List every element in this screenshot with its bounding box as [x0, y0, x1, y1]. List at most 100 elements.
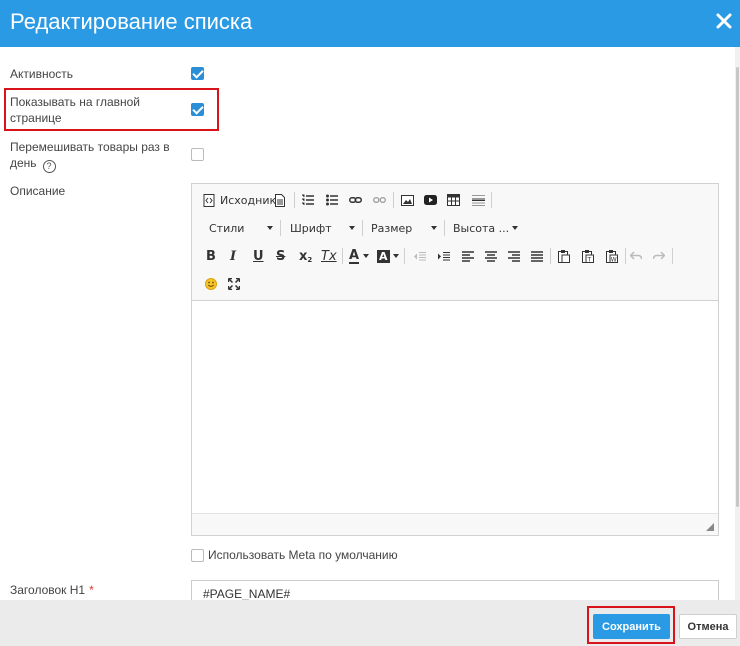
chevron-down-icon: [431, 226, 437, 230]
shuffle-label-line2: день: [10, 156, 37, 170]
redo-button[interactable]: [653, 246, 665, 266]
toolbar-separator: [550, 248, 551, 264]
toolbar-separator: [625, 248, 626, 264]
bullet-list-icon: [326, 194, 338, 206]
resize-handle-icon[interactable]: [706, 523, 714, 531]
align-left-button[interactable]: [462, 246, 474, 266]
link-button[interactable]: [349, 190, 362, 210]
scrollbar-thumb[interactable]: [736, 67, 739, 507]
close-icon: [716, 13, 732, 34]
smiley-button[interactable]: [205, 274, 217, 294]
image-icon: [401, 194, 414, 206]
text-color-icon: A: [349, 247, 360, 264]
align-justify-icon: [531, 250, 543, 262]
paste-word-icon: W: [606, 249, 618, 263]
show-on-main-label-line1: Показывать на главной: [10, 95, 141, 109]
paste-text-button[interactable]: T: [582, 246, 594, 266]
toolbar-separator: [280, 220, 281, 236]
size-dropdown[interactable]: Размер: [371, 218, 437, 238]
table-button[interactable]: [447, 190, 460, 210]
text-color-button[interactable]: A: [349, 246, 370, 266]
shuffle-label: Перемешивать товары раз в день?: [10, 139, 170, 173]
shuffle-checkbox[interactable]: [191, 148, 204, 161]
show-on-main-checkbox[interactable]: [191, 103, 204, 116]
close-button[interactable]: [708, 6, 740, 40]
redo-icon: [653, 251, 665, 261]
font-dropdown[interactable]: Шрифт: [290, 218, 355, 238]
strikethrough-icon: S: [276, 248, 286, 264]
chevron-down-icon: [363, 254, 370, 258]
youtube-button[interactable]: [424, 190, 437, 210]
strikethrough-button[interactable]: S: [276, 246, 285, 266]
bullet-list-button[interactable]: [326, 190, 338, 210]
table-icon: [447, 194, 460, 206]
source-button[interactable]: Исходник: [203, 190, 276, 210]
shuffle-label-line1: Перемешивать товары раз в: [10, 140, 170, 154]
document-icon: [275, 193, 285, 207]
size-label: Размер: [371, 221, 413, 235]
align-left-icon: [462, 250, 474, 262]
cancel-button[interactable]: Отмена: [679, 614, 737, 639]
help-icon[interactable]: ?: [42, 160, 56, 173]
editor-content-area[interactable]: [192, 301, 718, 513]
use-meta-checkbox[interactable]: [191, 548, 204, 562]
editor-toolbar: Исходник Стили Шрифт Размер Высота ... B…: [192, 184, 718, 301]
subscript-button[interactable]: x2: [299, 246, 312, 266]
underline-button[interactable]: U: [253, 246, 264, 266]
undo-button[interactable]: [630, 246, 642, 266]
undo-icon: [630, 251, 642, 261]
align-right-button[interactable]: [508, 246, 520, 266]
description-label: Описание: [10, 184, 66, 198]
maximize-button[interactable]: [228, 274, 240, 294]
align-center-button[interactable]: [485, 246, 497, 266]
bold-button[interactable]: B: [206, 246, 216, 266]
source-label: Исходник: [220, 193, 277, 207]
active-checkbox[interactable]: [191, 67, 204, 80]
youtube-icon: [424, 195, 437, 205]
subscript-icon: x: [299, 248, 308, 264]
save-button[interactable]: Сохранить: [593, 614, 670, 639]
paste-word-button[interactable]: W: [606, 246, 618, 266]
svg-text:T: T: [587, 256, 592, 263]
link-icon: [349, 195, 362, 205]
document-button[interactable]: [275, 190, 285, 210]
height-dropdown[interactable]: Высота ...: [453, 218, 518, 238]
chevron-down-icon: [392, 254, 399, 258]
scrollbar[interactable]: [735, 47, 740, 600]
paste-button[interactable]: [558, 246, 570, 266]
dialog-header: Редактирование списка: [0, 0, 740, 47]
bg-color-button[interactable]: A: [377, 246, 399, 266]
horizontal-rule-icon: [472, 194, 485, 206]
maximize-icon: [228, 278, 240, 290]
styles-label: Стили: [209, 221, 245, 235]
toolbar-separator: [294, 192, 295, 208]
horizontal-rule-button[interactable]: [472, 190, 485, 210]
italic-icon: I: [230, 248, 237, 264]
paste-text-icon: T: [582, 249, 594, 263]
chevron-down-icon: [349, 226, 355, 230]
toolbar-separator: [393, 192, 394, 208]
bg-color-icon: A: [377, 249, 390, 263]
use-meta-row[interactable]: Использовать Meta по умолчанию: [191, 548, 398, 562]
clear-format-button[interactable]: Tx: [321, 246, 337, 266]
numbered-list-icon: [302, 194, 314, 206]
outdent-button[interactable]: [414, 246, 426, 266]
toolbar-separator: [491, 192, 492, 208]
toolbar-separator: [404, 248, 405, 264]
unlink-button[interactable]: [373, 190, 386, 210]
show-on-main-label: Показывать на главной странице: [10, 94, 140, 126]
numbered-list-button[interactable]: [302, 190, 314, 210]
show-on-main-label-line2: странице: [10, 111, 62, 125]
use-meta-label: Использовать Meta по умолчанию: [208, 548, 398, 562]
align-justify-button[interactable]: [531, 246, 543, 266]
italic-button[interactable]: I: [230, 246, 236, 266]
required-mark: *: [89, 583, 94, 597]
chevron-down-icon: [267, 226, 273, 230]
indent-icon: [438, 251, 450, 262]
styles-dropdown[interactable]: Стили: [209, 218, 273, 238]
image-button[interactable]: [401, 190, 414, 210]
rich-text-editor: Исходник Стили Шрифт Размер Высота ... B…: [191, 183, 719, 536]
indent-button[interactable]: [438, 246, 450, 266]
clear-format-icon: Tx: [321, 248, 337, 264]
font-label: Шрифт: [290, 221, 332, 235]
